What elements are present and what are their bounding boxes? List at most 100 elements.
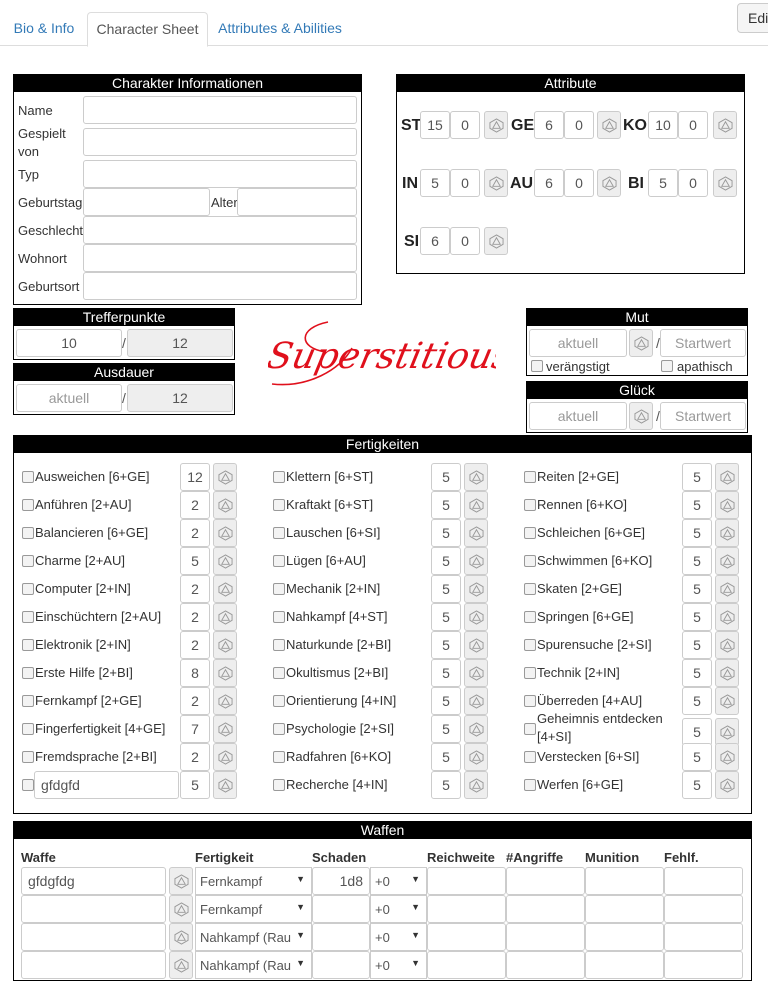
skill-roll-button[interactable] (715, 771, 739, 799)
custom-skill-name-input[interactable]: gfdgfd (34, 771, 179, 799)
birthday-input[interactable] (83, 188, 210, 216)
attr-ko-mod[interactable]: 0 (678, 111, 708, 139)
skill-value-input[interactable]: 5 (682, 603, 712, 631)
weapon-roll-button[interactable] (169, 951, 193, 979)
attr-in-value[interactable]: 5 (420, 169, 450, 197)
weapon-attacks-input[interactable] (506, 951, 585, 979)
attr-in-mod[interactable]: 0 (450, 169, 480, 197)
weapon-bonus-select[interactable]: +0 ▼ (370, 895, 427, 923)
skill-roll-button[interactable] (213, 687, 237, 715)
courage-roll-button[interactable] (629, 329, 653, 357)
attr-bi-value[interactable]: 5 (648, 169, 678, 197)
weapon-bonus-select[interactable]: +0 ▼ (370, 923, 427, 951)
weapon-ammo-input[interactable] (585, 867, 664, 895)
attr-st-mod[interactable]: 0 (450, 111, 480, 139)
attr-ge-mod[interactable]: 0 (564, 111, 594, 139)
weapon-ammo-input[interactable] (585, 951, 664, 979)
weapon-malfunction-input[interactable] (664, 923, 743, 951)
weapon-name-input[interactable]: gfdgfdg (21, 867, 166, 895)
skill-checkbox[interactable] (273, 555, 285, 567)
attr-au-mod[interactable]: 0 (564, 169, 594, 197)
weapon-damage-input[interactable] (312, 895, 370, 923)
skill-roll-button[interactable] (464, 603, 488, 631)
weapon-range-input[interactable] (427, 923, 506, 951)
luck-roll-button[interactable] (629, 402, 653, 430)
weapon-name-input[interactable] (21, 923, 166, 951)
skill-value-input[interactable]: 5 (431, 715, 461, 743)
attr-ko-value[interactable]: 10 (648, 111, 678, 139)
skill-checkbox[interactable] (273, 471, 285, 483)
skill-roll-button[interactable] (213, 631, 237, 659)
skill-checkbox[interactable] (22, 583, 34, 595)
skill-checkbox[interactable] (273, 695, 285, 707)
skill-checkbox[interactable] (524, 555, 536, 567)
skill-roll-button[interactable] (464, 631, 488, 659)
weapon-malfunction-input[interactable] (664, 895, 743, 923)
age-input[interactable] (237, 188, 357, 216)
tab-character-sheet[interactable]: Character Sheet (87, 12, 208, 47)
skill-value-input[interactable]: 5 (682, 718, 712, 746)
skill-checkbox[interactable] (524, 723, 536, 735)
attr-st-value[interactable]: 15 (420, 111, 450, 139)
skill-value-input[interactable]: 2 (180, 575, 210, 603)
attr-si-roll-button[interactable] (484, 227, 508, 255)
skill-checkbox[interactable] (273, 667, 285, 679)
attr-bi-roll-button[interactable] (713, 169, 737, 197)
weapon-roll-button[interactable] (169, 923, 193, 951)
skill-checkbox[interactable] (273, 779, 285, 791)
skill-value-input[interactable]: 2 (180, 743, 210, 771)
skill-value-input[interactable]: 5 (682, 743, 712, 771)
skill-checkbox[interactable] (524, 751, 536, 763)
attr-ko-roll-button[interactable] (713, 111, 737, 139)
custom-skill-value-input[interactable]: 5 (180, 771, 210, 799)
attr-ge-value[interactable]: 6 (534, 111, 564, 139)
skill-roll-button[interactable] (464, 771, 488, 799)
gender-input[interactable] (83, 216, 357, 244)
edit-button[interactable]: Edi (737, 3, 768, 33)
weapon-attacks-input[interactable] (506, 895, 585, 923)
skill-checkbox[interactable] (524, 527, 536, 539)
skill-value-input[interactable]: 12 (180, 463, 210, 491)
skill-value-input[interactable]: 5 (682, 463, 712, 491)
skill-roll-button[interactable] (213, 547, 237, 575)
skill-value-input[interactable]: 5 (682, 771, 712, 799)
skill-checkbox[interactable] (22, 611, 34, 623)
attr-si-value[interactable]: 6 (420, 227, 450, 255)
weapon-roll-button[interactable] (169, 867, 193, 895)
skill-value-input[interactable]: 5 (682, 687, 712, 715)
weapon-range-input[interactable] (427, 895, 506, 923)
skill-value-input[interactable]: 5 (431, 547, 461, 575)
skill-checkbox[interactable] (273, 499, 285, 511)
attr-in-roll-button[interactable] (484, 169, 508, 197)
skill-roll-button[interactable] (715, 659, 739, 687)
skill-value-input[interactable]: 2 (180, 603, 210, 631)
skill-roll-button[interactable] (464, 547, 488, 575)
skill-roll-button[interactable] (715, 718, 739, 746)
skill-roll-button[interactable] (213, 743, 237, 771)
skill-roll-button[interactable] (464, 463, 488, 491)
skill-roll-button[interactable] (464, 743, 488, 771)
attr-bi-mod[interactable]: 0 (678, 169, 708, 197)
scared-checkbox[interactable] (531, 360, 543, 372)
skill-roll-button[interactable] (715, 575, 739, 603)
skill-value-input[interactable]: 5 (431, 631, 461, 659)
weapon-skill-select[interactable]: Fernkampf ▼ (195, 867, 312, 895)
weapon-damage-input[interactable] (312, 923, 370, 951)
weapon-bonus-select[interactable]: +0 ▼ (370, 867, 427, 895)
weapon-damage-input[interactable]: 1d8 (312, 867, 370, 895)
skill-checkbox[interactable] (273, 639, 285, 651)
played-by-input[interactable] (83, 128, 357, 156)
skill-value-input[interactable]: 2 (180, 687, 210, 715)
skill-value-input[interactable]: 5 (682, 519, 712, 547)
skill-roll-button[interactable] (464, 659, 488, 687)
skill-checkbox[interactable] (273, 527, 285, 539)
skill-roll-button[interactable] (213, 463, 237, 491)
skill-roll-button[interactable] (715, 603, 739, 631)
weapon-skill-select[interactable]: Nahkampf (Rau ▼ (195, 951, 312, 979)
weapon-name-input[interactable] (21, 951, 166, 979)
skill-value-input[interactable]: 5 (431, 491, 461, 519)
skill-value-input[interactable]: 5 (682, 575, 712, 603)
custom-skill-checkbox[interactable] (22, 779, 34, 791)
weapon-attacks-input[interactable] (506, 923, 585, 951)
weapon-ammo-input[interactable] (585, 923, 664, 951)
